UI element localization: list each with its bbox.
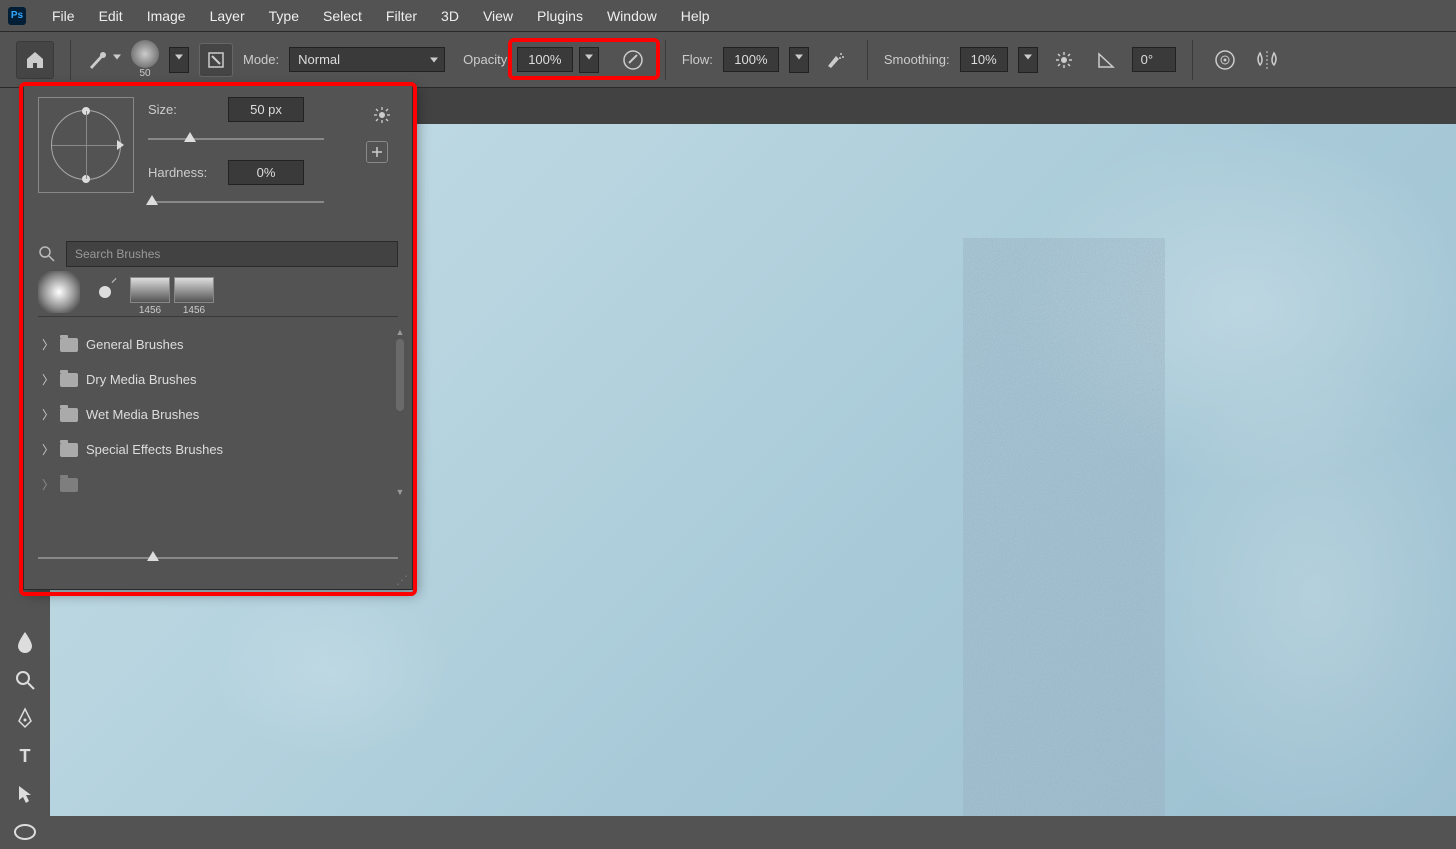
menu-view[interactable]: View	[471, 4, 525, 28]
separator	[665, 40, 666, 80]
menu-file[interactable]: File	[40, 4, 87, 28]
menu-select[interactable]: Select	[311, 4, 374, 28]
panel-resize-grip[interactable]: ⋰	[396, 573, 408, 587]
smoothing-label: Smoothing:	[884, 52, 950, 67]
smoothing-input[interactable]: 10%	[960, 47, 1008, 72]
brush-preset[interactable]: 1456	[174, 277, 214, 316]
menu-layer[interactable]: Layer	[198, 4, 257, 28]
airbrush-icon[interactable]	[819, 44, 851, 76]
brush-preset[interactable]: 1456	[130, 277, 170, 316]
brush-folder[interactable]: 〉Special Effects Brushes	[38, 432, 406, 467]
scroll-up-icon[interactable]: ▲	[396, 327, 405, 337]
size-slider[interactable]	[148, 130, 324, 148]
pen-tool[interactable]	[7, 701, 43, 735]
folder-icon	[60, 478, 78, 492]
brush-preview-icon	[131, 40, 159, 68]
canvas-figure	[940, 238, 1200, 816]
separator	[867, 40, 868, 80]
recent-brushes-row: 1456 1456	[38, 267, 398, 317]
path-selection-tool[interactable]	[7, 777, 43, 811]
flow-dropdown[interactable]	[789, 47, 809, 73]
hardness-slider[interactable]	[148, 193, 324, 211]
type-tool[interactable]: T	[7, 739, 43, 773]
opacity-dropdown[interactable]	[579, 47, 599, 73]
menu-filter[interactable]: Filter	[374, 4, 429, 28]
angle-input[interactable]: 0°	[1132, 47, 1176, 72]
menu-type[interactable]: Type	[257, 4, 311, 28]
brush-folder-list: 〉General Brushes 〉Dry Media Brushes 〉Wet…	[38, 327, 406, 497]
brush-size-label: 50	[139, 68, 150, 79]
symmetry-icon[interactable]	[1251, 44, 1283, 76]
menu-plugins[interactable]: Plugins	[525, 4, 595, 28]
folder-icon	[60, 373, 78, 387]
size-label: Size:	[148, 102, 218, 117]
folder-icon	[60, 338, 78, 352]
angle-icon[interactable]	[1090, 44, 1122, 76]
separator	[70, 40, 71, 80]
size-input[interactable]: 50 px	[228, 97, 304, 122]
brush-folder[interactable]: 〉Wet Media Brushes	[38, 397, 406, 432]
scroll-down-icon[interactable]: ▼	[396, 487, 405, 497]
menu-image[interactable]: Image	[135, 4, 198, 28]
brush-preset-panel: Size: 50 px Hardness: 0%	[23, 84, 413, 590]
thumbnail-size-slider[interactable]	[38, 549, 398, 567]
search-icon	[38, 245, 56, 263]
brush-folder[interactable]: 〉Dry Media Brushes	[38, 362, 406, 397]
hardness-input[interactable]: 0%	[228, 160, 304, 185]
brush-angle-widget[interactable]	[38, 97, 134, 193]
size-pressure-icon[interactable]	[1209, 44, 1241, 76]
app-logo: Ps	[8, 7, 26, 25]
panel-gear-icon[interactable]	[366, 99, 398, 131]
menu-help[interactable]: Help	[669, 4, 722, 28]
svg-text:T: T	[20, 746, 31, 766]
blur-tool[interactable]	[7, 625, 43, 659]
hardness-label: Hardness:	[148, 165, 218, 180]
flow-input[interactable]: 100%	[723, 47, 779, 72]
brush-preset-picker[interactable]: 50	[131, 40, 159, 79]
home-button[interactable]	[16, 41, 54, 79]
brush-preset[interactable]	[84, 277, 126, 316]
folder-icon	[60, 408, 78, 422]
smoothing-dropdown[interactable]	[1018, 47, 1038, 73]
dodge-tool[interactable]	[7, 663, 43, 697]
menu-edit[interactable]: Edit	[87, 4, 135, 28]
folder-scrollbar[interactable]: ▲ ▼	[394, 327, 406, 497]
options-bar: 50 Mode: Normal Opacity: 100% Flow: 100%…	[0, 32, 1456, 88]
mode-label: Mode:	[243, 52, 279, 67]
flow-label: Flow:	[682, 52, 713, 67]
brush-folder[interactable]: 〉General Brushes	[38, 327, 406, 362]
brush-folder[interactable]: 〉	[38, 467, 406, 497]
opacity-pressure-icon[interactable]	[617, 44, 649, 76]
brush-search-input[interactable]	[66, 241, 398, 267]
tool-preset-picker[interactable]	[87, 49, 121, 71]
menu-bar: Ps File Edit Image Layer Type Select Fil…	[0, 0, 1456, 32]
brush-preset[interactable]	[38, 277, 80, 316]
play-icon	[117, 140, 124, 150]
folder-icon	[60, 443, 78, 457]
opacity-input[interactable]: 100%	[517, 47, 573, 72]
brush-preset-dropdown[interactable]	[169, 47, 189, 73]
blend-mode-dropdown[interactable]: Normal	[289, 47, 445, 72]
opacity-group: Opacity: 100%	[455, 45, 607, 75]
scroll-thumb[interactable]	[396, 339, 404, 411]
menu-3d[interactable]: 3D	[429, 4, 471, 28]
opacity-label: Opacity:	[463, 52, 511, 67]
separator	[1192, 40, 1193, 80]
menu-window[interactable]: Window	[595, 4, 669, 28]
smoothing-options-icon[interactable]	[1048, 44, 1080, 76]
ellipse-tool[interactable]	[7, 815, 43, 849]
new-preset-icon[interactable]	[366, 141, 388, 163]
brush-settings-toggle[interactable]	[199, 43, 233, 77]
